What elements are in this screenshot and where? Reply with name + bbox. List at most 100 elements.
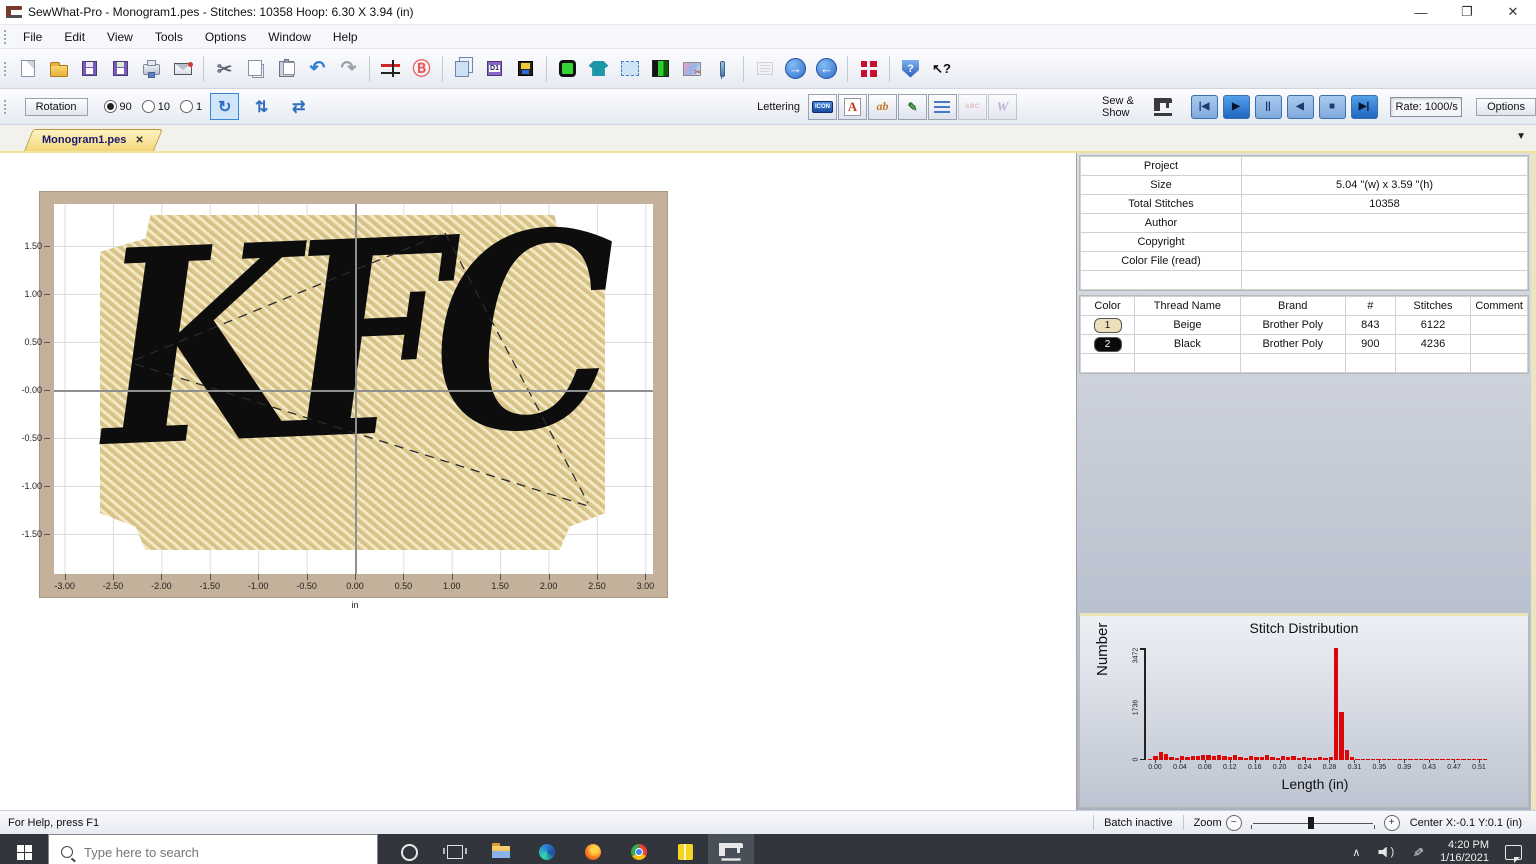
lettering-monogram[interactable]: ab: [868, 94, 897, 120]
thread-color-cell[interactable]: 2: [1081, 335, 1135, 354]
hoop-select-button[interactable]: [552, 54, 583, 84]
lettering-applique[interactable]: ✎: [898, 94, 927, 120]
thread-name-cell[interactable]: Black: [1135, 335, 1241, 354]
project-field-value[interactable]: [1242, 157, 1528, 176]
lettering-font[interactable]: A: [838, 94, 867, 120]
email-button[interactable]: [167, 54, 198, 84]
rotation-button[interactable]: Rotation: [25, 98, 88, 116]
thread-code-cell[interactable]: 843: [1345, 316, 1395, 335]
options-button[interactable]: Options: [1476, 98, 1536, 116]
rotation-radio-90[interactable]: 90: [104, 100, 132, 113]
taskbar-yellow-app-icon[interactable]: [662, 834, 708, 864]
tray-chevron-icon[interactable]: ∧: [1352, 846, 1360, 859]
taskbar-chrome-icon[interactable]: [616, 834, 662, 864]
thread-brand-cell[interactable]: Brother Poly: [1240, 335, 1345, 354]
zoom-slider[interactable]: [1249, 816, 1377, 830]
menu-window[interactable]: Window: [257, 27, 322, 47]
search-input[interactable]: [82, 844, 326, 861]
zoom-in-button[interactable]: +: [1384, 815, 1400, 831]
menu-options[interactable]: Options: [194, 27, 257, 47]
brand-b-button[interactable]: Ⓑ: [406, 54, 437, 84]
stitch-pen-button[interactable]: [707, 54, 738, 84]
skip-start-button[interactable]: |◀: [1191, 95, 1218, 119]
taskbar-sewwhat-pro-icon[interactable]: [708, 834, 754, 864]
zoom-out-button[interactable]: −: [1226, 815, 1242, 831]
tab-list-dropdown-icon[interactable]: ▼: [1516, 131, 1526, 142]
prev-design-button[interactable]: ←: [811, 54, 842, 84]
save-d1-button[interactable]: D1: [479, 54, 510, 84]
thread-color-cell[interactable]: 1: [1081, 316, 1135, 335]
save-as-button[interactable]: [105, 54, 136, 84]
paste-button[interactable]: [271, 54, 302, 84]
thread-code-cell[interactable]: 900: [1345, 335, 1395, 354]
thread-row[interactable]: 1BeigeBrother Poly8436122: [1081, 316, 1528, 335]
flip-horizontal-button[interactable]: ⇄: [284, 93, 313, 120]
new-file-button[interactable]: [12, 54, 43, 84]
pause-button[interactable]: ||: [1255, 95, 1282, 119]
volume-icon[interactable]: [1378, 846, 1394, 858]
project-field-value[interactable]: 10358: [1242, 195, 1528, 214]
taskbar-clock[interactable]: 4:20 PM 1/16/2021: [1440, 839, 1489, 864]
stop-button[interactable]: ■: [1319, 95, 1346, 119]
taskbar-task-view-icon[interactable]: [432, 834, 478, 864]
project-field-value[interactable]: [1242, 252, 1528, 271]
menu-view[interactable]: View: [96, 27, 144, 47]
copy-button[interactable]: [240, 54, 271, 84]
save-button[interactable]: [74, 54, 105, 84]
start-button[interactable]: [0, 834, 48, 864]
taskbar-firefox-icon[interactable]: [570, 834, 616, 864]
garment-button[interactable]: [583, 54, 614, 84]
zoom-slider-handle[interactable]: [1308, 817, 1314, 829]
taskbar-cortana-icon[interactable]: [386, 834, 432, 864]
rotation-radio-10[interactable]: 10: [142, 100, 170, 113]
next-design-button[interactable]: →: [780, 54, 811, 84]
menu-help[interactable]: Help: [322, 27, 369, 47]
hoop-grid-button[interactable]: [375, 54, 406, 84]
rate-field[interactable]: Rate: 1000/s: [1390, 97, 1463, 117]
minimize-button[interactable]: —: [1398, 0, 1444, 24]
print-button[interactable]: [136, 54, 167, 84]
pen-icon[interactable]: ✎: [1409, 846, 1426, 858]
skip-end-button[interactable]: ▶|: [1351, 95, 1378, 119]
thread-brand-cell[interactable]: Brother Poly: [1240, 316, 1345, 335]
pages-button[interactable]: [448, 54, 479, 84]
tab-monogram1[interactable]: Monogram1.pes ✕: [24, 129, 154, 151]
project-field-value[interactable]: [1242, 233, 1528, 252]
toolbar-grip[interactable]: [3, 29, 8, 45]
rotation-radio-1[interactable]: 1: [180, 100, 202, 113]
notification-center-icon[interactable]: [1505, 845, 1522, 860]
menu-edit[interactable]: Edit: [53, 27, 96, 47]
taskbar-file-explorer-icon[interactable]: [478, 834, 524, 864]
taskbar-search[interactable]: [48, 834, 378, 864]
flip-vertical-button[interactable]: ⇅: [247, 93, 276, 120]
context-help-button[interactable]: ↖?: [926, 54, 957, 84]
color-blocks-button[interactable]: [853, 54, 884, 84]
restore-button[interactable]: ❐: [1444, 0, 1490, 24]
undo-button[interactable]: ↶: [302, 54, 333, 84]
frame-select-button[interactable]: [614, 54, 645, 84]
tab-close-icon[interactable]: ✕: [135, 135, 143, 146]
menu-tools[interactable]: Tools: [144, 27, 194, 47]
taskbar-edge-icon[interactable]: [524, 834, 570, 864]
close-button[interactable]: ✕: [1490, 0, 1536, 24]
redo-button[interactable]: ↷: [333, 54, 364, 84]
thread-stitches-cell[interactable]: 4236: [1395, 335, 1471, 354]
project-field-value[interactable]: 5.04 "(w) x 3.59 "(h): [1242, 176, 1528, 195]
cut-button[interactable]: ✂: [209, 54, 240, 84]
design-area[interactable]: KFC: [54, 204, 653, 574]
toolbar-grip[interactable]: [3, 61, 8, 77]
play-button[interactable]: ▶: [1223, 95, 1250, 119]
lettering-icon-mode[interactable]: ICON: [808, 94, 837, 120]
fabric-palette-button[interactable]: [676, 54, 707, 84]
thread-stitches-cell[interactable]: 6122: [1395, 316, 1471, 335]
save-machine-button[interactable]: [510, 54, 541, 84]
open-file-button[interactable]: [43, 54, 74, 84]
menu-file[interactable]: File: [12, 27, 53, 47]
toolbar-grip[interactable]: [3, 99, 7, 115]
design-canvas[interactable]: KFC -3.00-2.50-2.00-1.50-1.00-0.500.000.…: [0, 153, 1077, 810]
rotate-button[interactable]: ↻: [210, 93, 239, 120]
thread-row[interactable]: 2BlackBrother Poly9004236: [1081, 335, 1528, 354]
help-button[interactable]: ?: [895, 54, 926, 84]
step-back-button[interactable]: ◀: [1287, 95, 1314, 119]
thread-colors-button[interactable]: [645, 54, 676, 84]
